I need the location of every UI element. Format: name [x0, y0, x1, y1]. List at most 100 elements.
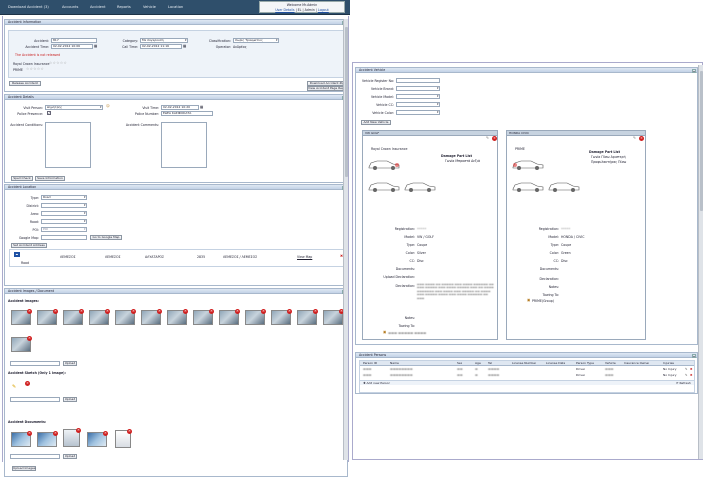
image-file-input[interactable]	[10, 361, 60, 366]
vehicle-brand-select[interactable]	[396, 86, 440, 91]
delete-icon[interactable]: ✕	[127, 429, 132, 434]
nav-download-accident[interactable]: Download Accident (3)	[8, 5, 49, 9]
add-person-button[interactable]: ✚ Add new Person	[363, 381, 390, 386]
visit-time-input[interactable]: 02-02-2012 10:20	[161, 105, 199, 110]
upload-sketch-button[interactable]: Upload	[63, 397, 77, 402]
document-thumb[interactable]: ✕	[11, 431, 32, 447]
area-select[interactable]	[41, 211, 87, 216]
delete-icon[interactable]: ✕	[261, 309, 266, 314]
add-new-vehicle-button[interactable]: Add New Vehicle	[361, 120, 391, 125]
accident-image-thumb[interactable]: ✕	[193, 309, 214, 325]
accident-image-thumb[interactable]: ✕	[167, 309, 188, 325]
vehicle-model-select[interactable]	[396, 94, 440, 99]
delete-icon[interactable]: ✕	[235, 309, 240, 314]
column-header[interactable]: Sex	[457, 361, 462, 366]
delete-icon[interactable]: ✕	[53, 309, 58, 314]
nav-vehicle[interactable]: Vehicle	[143, 5, 156, 9]
vehicle-cc-select[interactable]	[396, 102, 440, 107]
delete-icon[interactable]: ✖	[690, 367, 693, 372]
delete-icon[interactable]: ✕	[131, 309, 136, 314]
district-select[interactable]	[41, 203, 87, 208]
document-thumb[interactable]: ✕	[115, 429, 132, 448]
column-header[interactable]: Insurance Owner	[624, 361, 649, 366]
accident-image-thumb[interactable]: ✕	[297, 309, 318, 325]
language-label[interactable]: EL	[298, 8, 302, 12]
column-header[interactable]: License Number	[512, 361, 536, 366]
delete-icon[interactable]: ✕	[183, 309, 188, 314]
call-time-input[interactable]: 02-02-2012 11:16	[140, 44, 182, 49]
delete-icon[interactable]: ✕	[27, 309, 32, 314]
visit-person-select[interactable]: Δημήτρης	[45, 105, 103, 110]
accident-number-input[interactable]: 817	[51, 38, 97, 43]
accident-image-thumb[interactable]: ✕	[11, 336, 32, 352]
delete-icon[interactable]: ✕	[53, 431, 58, 436]
delete-icon[interactable]: ✕	[27, 336, 32, 341]
column-header[interactable]: Person Type	[576, 361, 594, 366]
logout-link[interactable]: Logout	[318, 8, 329, 12]
set-accident-address-button[interactable]: Set Accident Address	[11, 243, 47, 248]
column-header[interactable]: Vehicle	[605, 361, 616, 366]
star-rating-insurer[interactable]: ☆☆☆☆☆	[49, 61, 67, 65]
nav-accident[interactable]: Accident	[90, 5, 106, 9]
edit-icon[interactable]: ✎	[685, 373, 688, 378]
document-file-input[interactable]	[10, 454, 60, 459]
table-row[interactable]: ▬▬▬ ▬▬▬▬▬▬▬▬ ▬▬ ▬ ▬▬▬▬ Driver ▬▬▬ No Inj…	[360, 367, 694, 372]
delete-icon[interactable]: ✕	[492, 136, 497, 141]
column-header[interactable]: Name	[390, 361, 399, 366]
accident-time-input[interactable]: 02-02-2012 10:06	[51, 44, 93, 49]
collapse-icon[interactable]: ▴	[692, 353, 696, 358]
delete-icon[interactable]: ✕	[287, 309, 292, 314]
left-scrollbar[interactable]	[343, 19, 348, 460]
location-type-select[interactable]: Road	[41, 195, 87, 200]
accident-image-thumb[interactable]: ✕	[37, 309, 58, 325]
accident-conditions-textarea[interactable]	[45, 122, 91, 168]
accident-image-thumb[interactable]: ✕	[115, 309, 136, 325]
column-header[interactable]: Tel	[488, 361, 492, 366]
accident-image-thumb[interactable]: ✕	[89, 309, 110, 325]
calendar-icon[interactable]: ▦	[200, 105, 203, 109]
view-map-link[interactable]: View Map	[297, 255, 312, 259]
edit-icon[interactable]: ✎	[633, 136, 636, 140]
column-header[interactable]: License Date	[546, 361, 565, 366]
collapse-icon[interactable]: ▴	[692, 68, 696, 73]
column-header[interactable]: Injuries	[663, 361, 674, 366]
delete-icon[interactable]: ✕	[209, 309, 214, 314]
column-header[interactable]: Age	[475, 361, 481, 366]
accident-image-thumb[interactable]: ✕	[11, 309, 32, 325]
register-no-input[interactable]	[396, 78, 440, 83]
category-select[interactable]: Με σύγκρουση	[140, 38, 188, 43]
delete-icon[interactable]: ✕	[76, 428, 81, 433]
nav-accounts[interactable]: Accounts	[62, 5, 78, 9]
vehicle-color-select[interactable]	[396, 110, 440, 115]
delete-icon[interactable]: ✕	[79, 309, 84, 314]
nav-location[interactable]: Location	[168, 5, 183, 9]
calendar-icon[interactable]: ▦	[183, 44, 186, 48]
accident-image-thumb[interactable]: ✕	[219, 309, 240, 325]
person-icon[interactable]: ☺	[106, 104, 110, 108]
accident-image-thumb[interactable]: ✕	[63, 309, 84, 325]
police-number-input[interactable]: ΕΔΕΑ ΚΑΣΙΦΟΚΑΤΑ	[161, 111, 213, 116]
road-select[interactable]	[41, 219, 87, 224]
view-report-button[interactable]: View Accident Page Report	[307, 86, 348, 91]
delete-icon[interactable]: ✕	[105, 309, 110, 314]
save-information-button[interactable]: Save Information	[35, 176, 65, 181]
sketch-file-input[interactable]	[10, 397, 60, 402]
google-map-input[interactable]	[41, 235, 87, 240]
delete-icon[interactable]: ✕	[313, 309, 318, 314]
document-thumb[interactable]: ✕	[37, 431, 58, 447]
delete-icon[interactable]: ✕	[103, 431, 108, 436]
classification-select[interactable]: Χωρίς Τραυματίες	[233, 38, 279, 43]
column-header[interactable]: Person ID	[363, 361, 377, 366]
upload-image-button[interactable]: Upload	[63, 361, 77, 366]
delete-icon[interactable]: ✕	[157, 309, 162, 314]
download-zip-button[interactable]: Download Accident Zip	[307, 81, 347, 86]
delete-icon[interactable]: ✕	[639, 136, 644, 141]
delete-icon[interactable]: ✕	[25, 381, 30, 386]
document-thumb[interactable]: ✕	[87, 431, 108, 447]
go-to-google-map-button[interactable]: Go to Google Map	[90, 235, 122, 240]
accident-image-thumb[interactable]: ✕	[271, 309, 292, 325]
poi-select[interactable]: POI	[41, 227, 87, 232]
document-thumb[interactable]: ✕	[63, 428, 81, 447]
nav-reports[interactable]: Reports	[117, 5, 131, 9]
upload-images-button[interactable]: Upload Images	[12, 466, 36, 471]
